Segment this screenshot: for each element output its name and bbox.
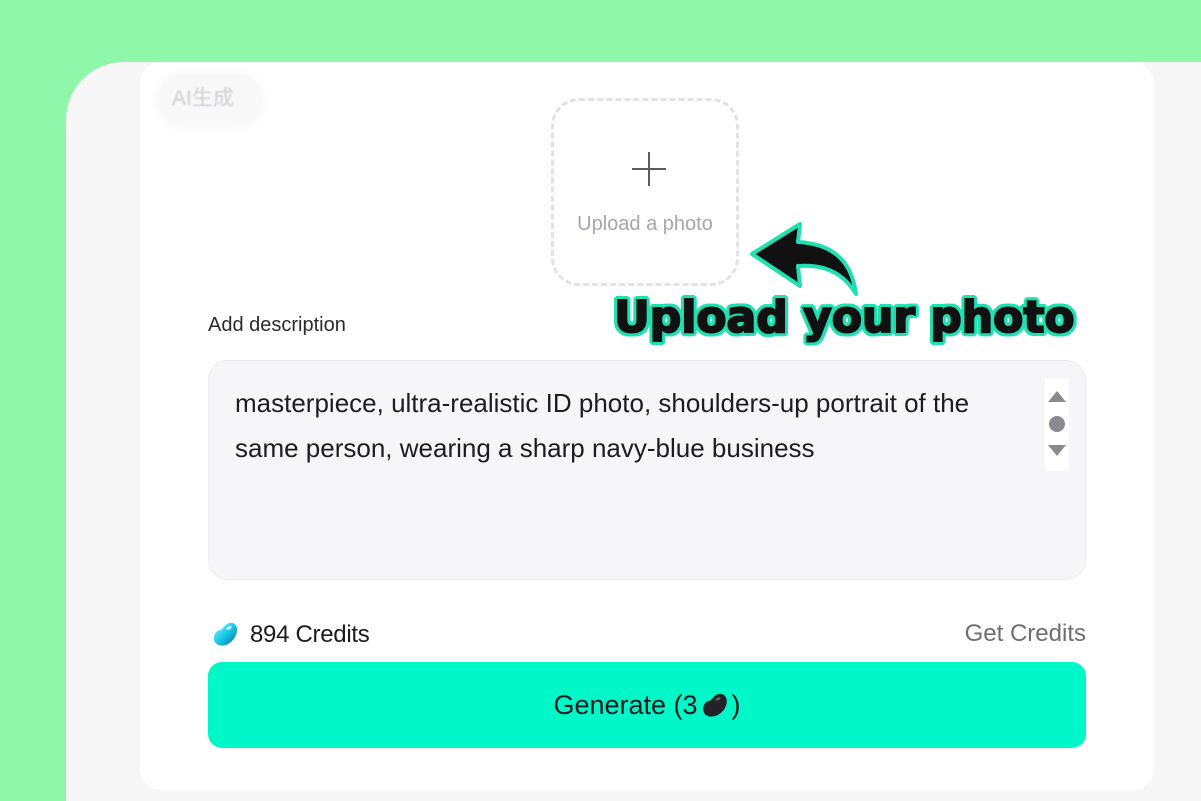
generate-button-label: Generate (3 ) — [553, 690, 740, 721]
description-text[interactable]: masterpiece, ultra-realistic ID photo, s… — [235, 381, 1035, 471]
plus-icon — [632, 152, 666, 186]
generate-label-suffix: ) — [731, 689, 741, 720]
scroll-up-icon[interactable] — [1048, 391, 1066, 402]
textarea-scrollbar[interactable] — [1045, 379, 1069, 471]
upload-callout-text: Upload your photo — [613, 291, 1076, 344]
generate-label-prefix: Generate (3 — [553, 689, 698, 720]
scroll-thumb[interactable] — [1049, 416, 1065, 432]
bean-icon — [213, 622, 238, 646]
credits-balance: 894 Credits — [210, 618, 370, 652]
ai-generate-badge: AI生成 — [158, 74, 262, 124]
upload-photo-button[interactable]: Upload a photo — [551, 98, 739, 286]
upload-photo-label: Upload a photo — [577, 213, 713, 235]
curved-arrow-icon — [750, 222, 858, 296]
description-label: Add description — [208, 314, 346, 336]
credits-balance-label: 894 Credits — [250, 621, 370, 648]
get-credits-link[interactable]: Get Credits — [965, 620, 1086, 648]
scroll-down-icon[interactable] — [1048, 445, 1066, 456]
bean-icon — [702, 693, 727, 717]
generate-button[interactable]: Generate (3 ) — [208, 662, 1086, 748]
description-textarea[interactable]: masterpiece, ultra-realistic ID photo, s… — [208, 360, 1086, 580]
